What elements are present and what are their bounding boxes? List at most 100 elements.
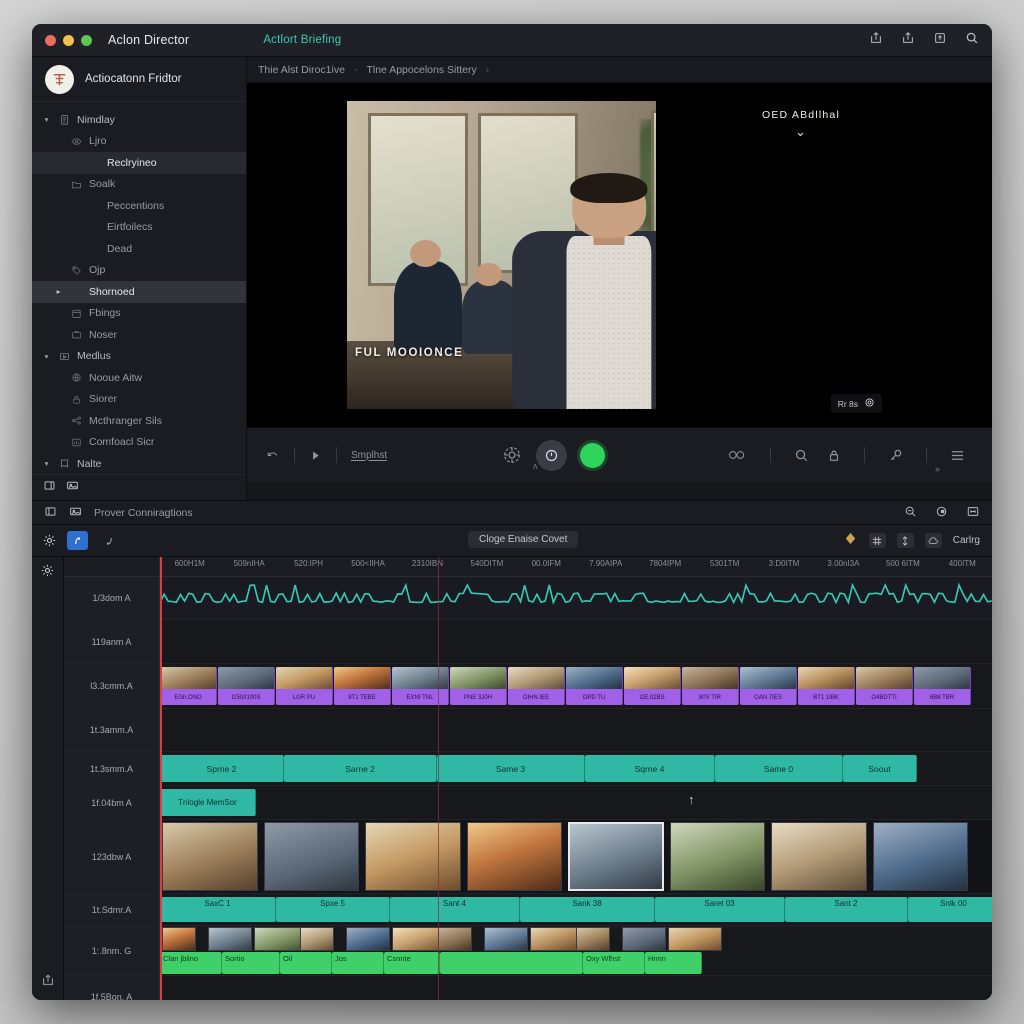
track-header[interactable]: 123dbw A — [64, 820, 160, 893]
green-track-thumb-6[interactable] — [438, 927, 472, 951]
sidebar-item-10[interactable]: Noser — [32, 324, 246, 346]
sidebar-account[interactable]: Actiocatonn Fridtor — [32, 57, 246, 102]
clip-purple-0[interactable]: EGh.ONO — [160, 667, 217, 705]
record-button[interactable] — [579, 442, 605, 468]
clip-purple-11[interactable]: BT1 1IBK — [798, 667, 855, 705]
track-header[interactable]: 1f.5Bon. A — [64, 976, 160, 1000]
sidebar-item-6[interactable]: Dead — [32, 238, 246, 260]
search-icon[interactable] — [794, 448, 809, 463]
video-preview[interactable]: FUL MOOIONCE OED ABdllhal ⌄ Rr 8s — [247, 83, 992, 427]
preview-settings-chip[interactable]: Rr 8s — [830, 394, 882, 413]
empty-track-2[interactable] — [160, 709, 992, 751]
chevron-down-icon[interactable]: ▾ — [42, 352, 51, 361]
media-browser-icon[interactable] — [66, 479, 79, 497]
search-icon[interactable] — [965, 31, 979, 50]
filmstrip-thumb-6[interactable] — [771, 822, 867, 891]
panel-collapse-icon[interactable] — [43, 479, 56, 497]
target-icon[interactable] — [501, 444, 523, 466]
green-track-thumb-0[interactable] — [162, 927, 196, 951]
track-header[interactable]: 1t.3amm.A — [64, 709, 160, 751]
chevron-down-icon[interactable]: ▾ — [42, 459, 51, 468]
sidebar-item-9[interactable]: Fbings — [32, 303, 246, 325]
sidebar-item-15[interactable]: Comfoacl Sicr — [32, 432, 246, 454]
play-icon[interactable] — [309, 449, 322, 462]
gear-icon[interactable] — [42, 533, 57, 548]
clip-purple-9[interactable]: 80V TIR — [682, 667, 739, 705]
sidebar-item-12[interactable]: Nooue Aitw — [32, 367, 246, 389]
undo-icon[interactable] — [265, 448, 280, 463]
timeline-mode-label[interactable]: Carlrg — [953, 535, 980, 546]
green-track-thumb-11[interactable] — [668, 927, 722, 951]
sidebar-item-14[interactable]: Mcthranger Sils — [32, 410, 246, 432]
track-header[interactable]: 1:.8nm. G — [64, 926, 160, 975]
clip-purple-12[interactable]: O4BDTTI — [856, 667, 913, 705]
filmstrip-thumb-7[interactable] — [872, 822, 968, 891]
sidebar-item-0[interactable]: ▾ Nimdlay — [32, 109, 246, 131]
preview-badge[interactable]: OED ABdllhal ⌄ — [762, 109, 840, 140]
audio-meter-icon[interactable] — [727, 448, 747, 462]
audio-waveform-track[interactable] — [160, 577, 992, 619]
snap-chip[interactable] — [896, 533, 914, 548]
empty-track-3[interactable] — [160, 976, 992, 1000]
clip-strip-0[interactable]: SaxC 1 — [160, 897, 276, 922]
export-timeline-icon[interactable] — [41, 973, 55, 992]
sidebar-item-8[interactable]: ▸ Shornoed — [32, 281, 246, 303]
track-settings-icon[interactable] — [40, 563, 55, 583]
clip-strip-1[interactable]: Spxe 5 — [276, 897, 390, 922]
green-track-thumb-3[interactable] — [300, 927, 334, 951]
track-header[interactable]: 1f.04bm A — [64, 786, 160, 819]
clip-scene-2[interactable]: Same 3 — [437, 755, 585, 782]
zoom-out-icon[interactable] — [904, 505, 917, 521]
scene-clip-track[interactable]: Sprne 2 Sarne 2 Same 3 Sqrne 4 Same 0 Soout — [160, 752, 992, 785]
clip-scene-0[interactable]: Sprne 2 — [160, 755, 284, 782]
filmstrip-thumb-4[interactable] — [568, 822, 664, 891]
grid-chip[interactable] — [868, 533, 886, 548]
clip-title[interactable]: Tnlogle MemSor — [160, 789, 256, 816]
clip-name-pill[interactable]: Cloge Enaise Covet — [468, 531, 579, 548]
upload-icon[interactable] — [933, 31, 947, 50]
sidebar-item-7[interactable]: Ojp — [32, 260, 246, 282]
playhead[interactable] — [160, 557, 162, 1000]
clip-green-1[interactable]: Sortio — [222, 952, 280, 974]
filmstrip-thumb-5[interactable] — [669, 822, 765, 891]
track-header[interactable]: l3.3cmm.A — [64, 664, 160, 708]
pen-tool-button[interactable] — [67, 531, 88, 550]
chevron-right-icon[interactable]: ▸ — [54, 287, 63, 296]
clip-strip-2[interactable]: Sant 4 — [390, 897, 520, 922]
clip-scene-5[interactable]: Soout — [843, 755, 917, 782]
sidebar-item-2[interactable]: Reclryineo — [32, 152, 246, 174]
clip-purple-3[interactable]: 8T1 TEBE — [334, 667, 391, 705]
menu-icon[interactable] — [950, 449, 965, 462]
clip-purple-10[interactable]: OAN 7IES — [740, 667, 797, 705]
filmstrip-thumb-2[interactable] — [365, 822, 461, 891]
export-icon[interactable] — [869, 31, 883, 50]
filmstrip-thumb-1[interactable] — [263, 822, 359, 891]
track-header[interactable]: 1t.3smm.A — [64, 752, 160, 785]
keyframe-diamond-icon[interactable] — [843, 531, 858, 551]
chevron-down-icon[interactable]: ▾ — [42, 115, 51, 124]
clip-scene-1[interactable]: Sarne 2 — [284, 755, 437, 782]
breadcrumb-chevron-icon[interactable]: › — [486, 64, 490, 76]
timeline-marker-icon[interactable]: ↑ — [688, 792, 695, 807]
green-clip-track[interactable]: Clan jblino Sortio Oil Jos Csnnte Oxy Wlhst Hn… — [160, 926, 992, 975]
fit-to-window-icon[interactable] — [966, 505, 980, 521]
cloud-chip[interactable] — [924, 533, 942, 548]
sidebar-item-3[interactable]: Soalk — [32, 174, 246, 196]
clip-green-6[interactable]: Oxy Wlhst — [583, 952, 645, 974]
breadcrumb-item-0[interactable]: Thie Alst Diroc1ive — [258, 64, 345, 76]
green-track-thumb-4[interactable] — [346, 927, 390, 951]
clip-strip-6[interactable]: Snlk 00 — [908, 897, 992, 922]
clip-purple-4[interactable]: EXNI TNL — [392, 667, 449, 705]
transport-label[interactable]: Smplhst — [351, 450, 387, 461]
clip-purple-7[interactable]: OPD TU — [566, 667, 623, 705]
clip-green-5[interactable] — [440, 952, 583, 974]
filmstrip-track[interactable] — [160, 820, 992, 893]
record-dot-icon[interactable] — [935, 505, 948, 521]
clip-purple-1[interactable]: I250/I100S — [218, 667, 275, 705]
green-track-thumb-1[interactable] — [208, 927, 252, 951]
clip-strip-4[interactable]: Saret 03 — [655, 897, 785, 922]
clip-scene-3[interactable]: Sqrne 4 — [585, 755, 715, 782]
clip-green-7[interactable]: Hnnn — [645, 952, 702, 974]
share-icon[interactable] — [901, 31, 915, 50]
sidebar-item-4[interactable]: Peccentions — [32, 195, 246, 217]
